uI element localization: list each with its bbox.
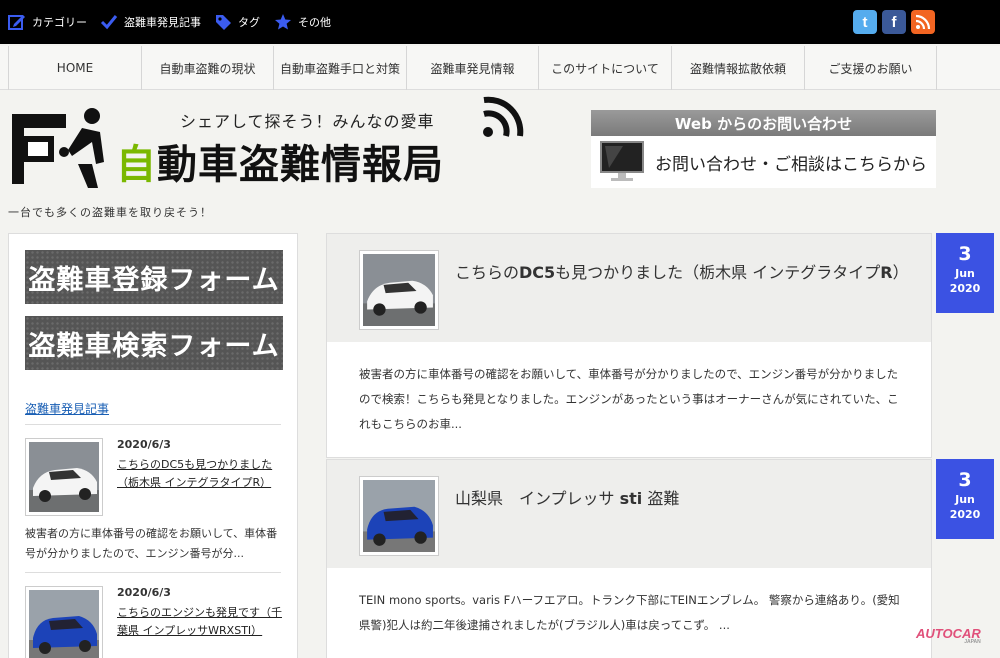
check-icon <box>100 15 118 30</box>
date-badge-2: 3 Jun 2020 <box>936 459 994 539</box>
post-card-2: 山梨県 インプレッサ sti 盗難 TEIN mono sports。varis… <box>326 459 932 658</box>
nav-methods[interactable]: 自動車盗難手口と対策 <box>273 46 406 90</box>
sidebar-article-link-1[interactable]: こちらのDC5も見つかりました（栃木県 インテグラタイプR） <box>117 456 287 492</box>
topnav-found-label: 盗難車発見記事 <box>124 16 201 29</box>
nav-support[interactable]: ご支援のお願い <box>804 46 937 90</box>
sidebar-thumb-2[interactable] <box>25 586 103 658</box>
sidebar-article-link-2[interactable]: こちらのエンジンも発見です（千葉県 インプレッサWRXSTI） <box>117 604 287 640</box>
thief-car-icon <box>12 108 104 188</box>
white-car-image <box>363 254 435 326</box>
theft-registration-form-button[interactable]: 盗難車登録フォーム <box>25 250 283 304</box>
topnav-category[interactable]: カテゴリー <box>8 12 87 32</box>
nav-found-info[interactable]: 盗難車発見情報 <box>406 46 538 90</box>
white-car-image <box>29 442 99 512</box>
monitor-icon <box>600 141 644 181</box>
date-badge-1: 3 Jun 2020 <box>936 233 994 313</box>
nav-about[interactable]: このサイトについて <box>538 46 671 90</box>
contact-heading: Web からのお問い合わせ <box>591 110 936 136</box>
edit-icon <box>8 15 25 30</box>
blue-car-image <box>29 590 99 658</box>
divider <box>25 424 281 425</box>
site-title[interactable]: 自動車盗難情報局 <box>116 132 444 190</box>
post-title-1[interactable]: こちらのDC5も見つかりました（栃木県 インテグラタイプR） <box>455 256 915 289</box>
twitter-icon[interactable]: t <box>853 10 877 34</box>
contact-banner[interactable]: Web からのお問い合わせ お問い合わせ・ご相談はこちらから <box>591 110 936 188</box>
topnav-tag-label: タグ <box>238 16 260 29</box>
autocar-watermark: AUTOCAR JAPAN <box>916 626 981 645</box>
nav-spread-request[interactable]: 盗難情報拡散依頼 <box>671 46 804 90</box>
contact-text: お問い合わせ・ご相談はこちらから <box>655 154 927 175</box>
topnav-other-label: その他 <box>298 16 331 29</box>
sidebar-date-2: 2020/6/3 <box>117 586 171 599</box>
topnav-found-articles[interactable]: 盗難車発見記事 <box>100 12 201 32</box>
wifi-signal-icon <box>483 96 524 137</box>
star-icon <box>275 14 291 30</box>
theft-search-form-button[interactable]: 盗難車検索フォーム <box>25 316 283 370</box>
topnav-tag[interactable]: タグ <box>214 12 260 32</box>
sidebar-heading[interactable]: 盗難車発見記事 <box>25 400 109 417</box>
post-card-1: こちらのDC5も見つかりました（栃木県 インテグラタイプR） 被害者の方に車体番… <box>326 233 932 458</box>
sidebar: 盗難車登録フォーム 盗難車検索フォーム 盗難車発見記事 2020/6/3 こちら… <box>8 233 298 658</box>
post-thumb-1[interactable] <box>359 250 439 330</box>
site-subtagline: 一台でも多くの盗難車を取り戻そう！ <box>8 206 212 219</box>
tag-icon <box>216 15 231 30</box>
nav-home[interactable]: HOME <box>8 46 141 90</box>
post-excerpt-2: TEIN mono sports。varis Fハーフエアロ。トランク下部にTE… <box>359 593 900 632</box>
blue-car-image <box>363 480 435 552</box>
sidebar-date-1: 2020/6/3 <box>117 438 171 451</box>
topnav-category-label: カテゴリー <box>32 16 87 29</box>
rss-icon[interactable]: rss <box>911 10 935 34</box>
post-excerpt-1: 被害者の方に車体番号の確認をお願いして、車体番号が分かりましたので、エンジン番号… <box>359 367 899 431</box>
post-title-2[interactable]: 山梨県 インプレッサ sti 盗難 <box>455 482 915 515</box>
post-thumb-2[interactable] <box>359 476 439 556</box>
nav-current-state[interactable]: 自動車盗難の現状 <box>141 46 273 90</box>
topnav-other[interactable]: その他 <box>274 12 331 32</box>
main-nav: HOME 自動車盗難の現状 自動車盗難手口と対策 盗難車発見情報 このサイトにつ… <box>0 46 1000 90</box>
sidebar-thumb-1[interactable] <box>25 438 103 516</box>
sidebar-excerpt-1: 被害者の方に車体番号の確認をお願いして、車体番号が分かりましたので、エンジン番号… <box>25 527 278 560</box>
header-tagline: シェアして探そう！みんなの愛車 <box>180 112 435 131</box>
facebook-icon[interactable]: f <box>882 10 906 34</box>
divider <box>25 572 281 573</box>
top-bar: カテゴリー 盗難車発見記事 タグ その他 t f rss <box>0 0 1000 44</box>
